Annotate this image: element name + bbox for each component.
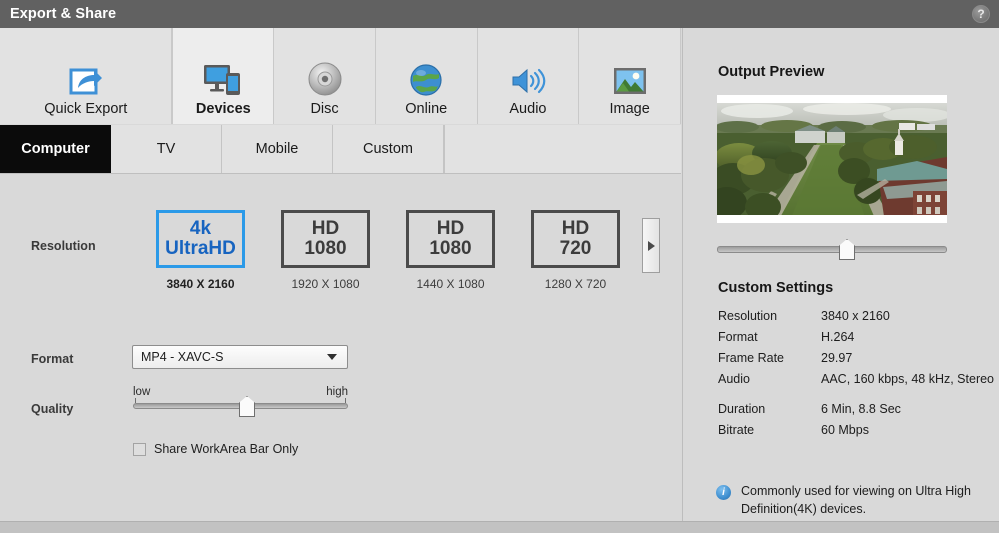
format-label: Format xyxy=(31,352,74,366)
chevron-down-icon xyxy=(327,354,337,360)
quality-label: Quality xyxy=(31,402,74,416)
settings-key: Duration xyxy=(718,401,766,416)
quality-slider-track[interactable] xyxy=(133,396,348,417)
resolution-option-4k[interactable]: 4k UltraHD 3840 X 2160 xyxy=(138,210,263,291)
settings-key: Format xyxy=(718,329,758,344)
resolution-tile: HD 1080 xyxy=(281,210,370,268)
info-note-text: Commonly used for viewing on Ultra High … xyxy=(741,484,971,516)
resolution-tile-line1: HD xyxy=(311,218,340,240)
resolution-tile-line2: 1080 xyxy=(429,238,472,259)
settings-row: Audio AAC, 160 kbps, 48 kHz, Stereo xyxy=(718,368,998,389)
settings-panel: Resolution 4k UltraHD 3840 X 2160 HD 108… xyxy=(0,173,681,521)
custom-settings-list: Resolution 3840 x 2160 Format H.264 Fram… xyxy=(718,305,998,440)
tab-online[interactable]: Online xyxy=(375,28,478,124)
resolution-tile-line1: HD xyxy=(436,218,465,240)
resolution-tile: HD 1080 xyxy=(406,210,495,268)
subtab-mobile[interactable]: Mobile xyxy=(222,125,333,173)
resolution-tile-line1: 4k xyxy=(189,218,212,240)
globe-icon xyxy=(410,52,442,96)
settings-key: Resolution xyxy=(718,308,778,323)
share-workarea-label: Share WorkArea Bar Only xyxy=(154,442,299,456)
tab-disc[interactable]: Disc xyxy=(274,28,376,124)
category-tab-bar: Quick Export Devices Disc Online Audio I… xyxy=(0,28,681,124)
resolution-option-1440[interactable]: HD 1080 1440 X 1080 xyxy=(388,210,513,291)
settings-key: Frame Rate xyxy=(718,350,784,365)
output-preview-title: Output Preview xyxy=(718,64,825,80)
tab-disc-label: Disc xyxy=(310,101,339,117)
resolution-tile-line2: UltraHD xyxy=(165,238,236,259)
settings-value: AAC, 160 kbps, 48 kHz, Stereo xyxy=(821,371,995,386)
tab-image-label: Image xyxy=(609,101,650,117)
tab-audio-label: Audio xyxy=(509,101,547,117)
subtab-custom[interactable]: Custom xyxy=(333,125,444,173)
window-titlebar: Export & Share ? xyxy=(0,0,999,28)
tab-audio[interactable]: Audio xyxy=(477,28,580,124)
output-preview-panel: Output Preview Custom Settings Resolutio… xyxy=(682,28,999,521)
settings-row: Bitrate 60 Mbps xyxy=(718,419,998,440)
quality-low-label: low xyxy=(133,386,151,398)
settings-row: Format H.264 xyxy=(718,326,998,347)
info-icon: i xyxy=(716,485,731,500)
share-workarea-checkbox[interactable] xyxy=(133,442,146,456)
share-workarea-checkbox-row[interactable]: Share WorkArea Bar Only xyxy=(133,442,298,456)
settings-value: 6 Min, 8.8 Sec xyxy=(821,401,901,416)
resolution-caption: 1280 X 720 xyxy=(544,277,607,291)
tab-online-label: Online xyxy=(405,101,448,117)
info-note: i Commonly used for viewing on Ultra Hig… xyxy=(716,483,991,519)
tab-image[interactable]: Image xyxy=(579,28,681,124)
settings-value: 60 Mbps xyxy=(821,422,869,437)
settings-key: Bitrate xyxy=(718,422,755,437)
settings-value: 3840 x 2160 xyxy=(821,308,890,323)
window-title: Export & Share xyxy=(10,6,117,22)
format-select-value: MP4 - XAVC-S xyxy=(141,350,224,364)
preview-image xyxy=(717,95,947,223)
settings-value: 29.97 xyxy=(821,350,853,365)
preview-scrub-track[interactable] xyxy=(717,239,947,260)
tab-devices-label: Devices xyxy=(195,101,251,117)
devices-icon xyxy=(203,52,243,96)
resolution-caption: 1920 X 1080 xyxy=(291,277,360,291)
subtab-computer[interactable]: Computer xyxy=(0,125,111,173)
bottom-strip xyxy=(0,521,999,533)
resolution-option-1280[interactable]: HD 720 1280 X 720 xyxy=(513,210,638,291)
settings-row: Resolution 3840 x 2160 xyxy=(718,305,998,326)
subtab-tv[interactable]: TV xyxy=(111,125,222,173)
settings-row: Duration 6 Min, 8.8 Sec xyxy=(718,398,998,419)
resolution-tile-line2: 1080 xyxy=(304,238,347,259)
format-select[interactable]: MP4 - XAVC-S xyxy=(132,345,348,369)
resolution-scroll-right-button[interactable] xyxy=(642,218,660,273)
chevron-right-icon xyxy=(647,240,655,251)
quality-slider[interactable]: low high xyxy=(133,386,348,417)
settings-key: Audio xyxy=(718,371,750,386)
settings-value: H.264 xyxy=(821,329,855,344)
export-share-window: Export & Share ? Quick Export Devices Di… xyxy=(0,0,999,533)
speaker-icon xyxy=(510,52,546,96)
resolution-tile-line1: HD xyxy=(561,218,590,240)
resolution-tile: HD 720 xyxy=(531,210,620,268)
resolution-tile: 4k UltraHD xyxy=(156,210,245,268)
tab-quick-export-label: Quick Export xyxy=(44,101,128,117)
quality-slider-labels: low high xyxy=(133,386,348,398)
quality-high-label: high xyxy=(326,386,348,398)
resolution-option-1920[interactable]: HD 1080 1920 X 1080 xyxy=(263,210,388,291)
help-icon[interactable]: ? xyxy=(972,5,990,23)
sub-tab-bar: Computer TV Mobile Custom xyxy=(0,125,681,173)
settings-row: Frame Rate 29.97 xyxy=(718,347,998,368)
resolution-label: Resolution xyxy=(31,239,96,253)
tab-quick-export[interactable]: Quick Export xyxy=(0,28,173,124)
resolution-options: 4k UltraHD 3840 X 2160 HD 1080 1920 X 10… xyxy=(138,210,638,291)
custom-settings-title: Custom Settings xyxy=(718,280,834,296)
tab-devices[interactable]: Devices xyxy=(172,28,275,124)
image-icon xyxy=(613,52,647,96)
preview-frame xyxy=(717,95,947,223)
export-icon xyxy=(69,52,103,96)
preview-scrub-slider[interactable] xyxy=(717,239,947,260)
resolution-tile-line2: 720 xyxy=(559,238,592,259)
disc-icon xyxy=(308,52,342,96)
resolution-caption: 1440 X 1080 xyxy=(416,277,485,291)
resolution-caption: 3840 X 2160 xyxy=(166,277,235,291)
preview-scrub-thumb[interactable] xyxy=(839,239,855,260)
subtab-filler xyxy=(444,125,681,173)
